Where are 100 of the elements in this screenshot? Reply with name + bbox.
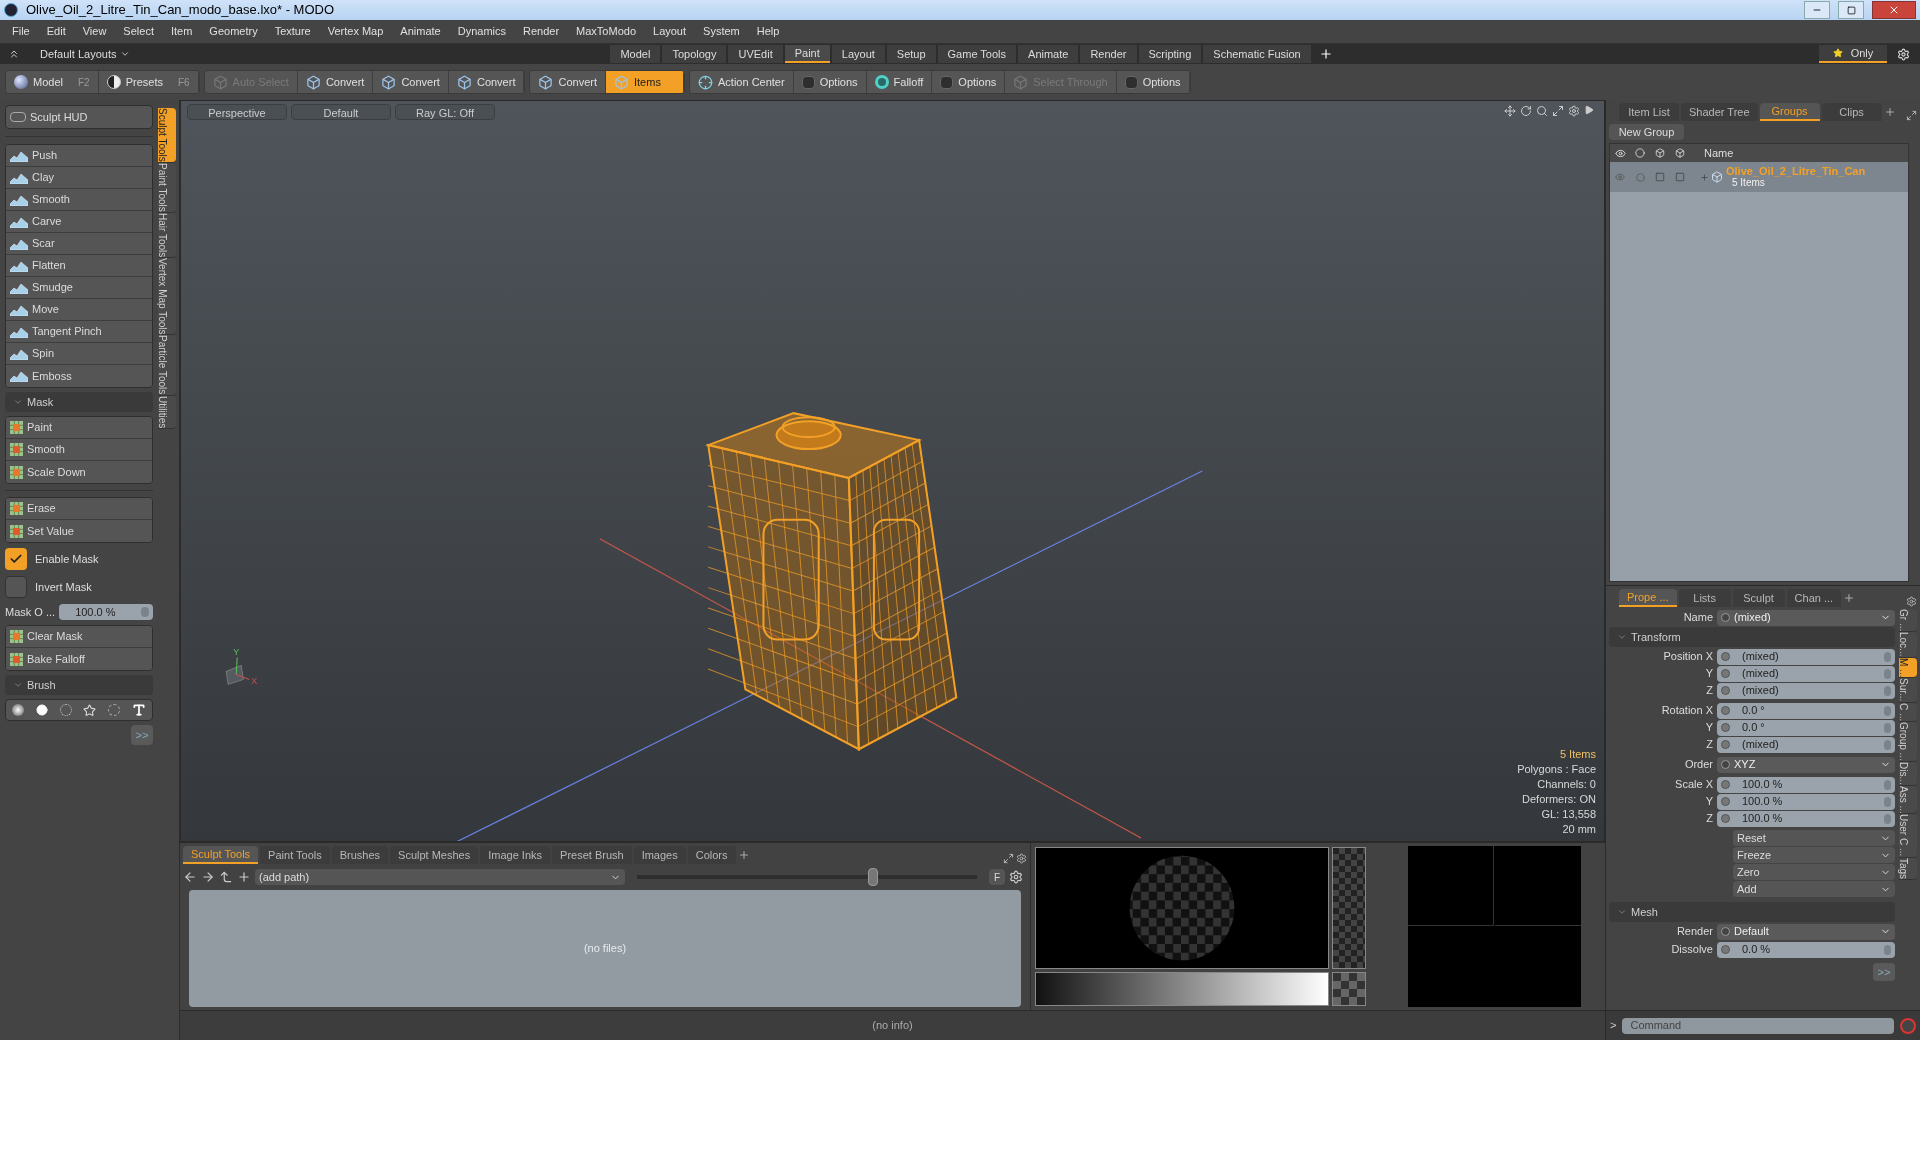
layout-tab[interactable]: Schematic Fusion: [1203, 45, 1311, 63]
layout-tab[interactable]: Model: [610, 45, 661, 63]
maximize-icon[interactable]: [1906, 110, 1917, 121]
side-tab[interactable]: Dis...: [1899, 761, 1917, 786]
expand-icon[interactable]: [1700, 172, 1709, 182]
panel-tab[interactable]: Lists: [1678, 589, 1731, 607]
toolbar-button[interactable]: Convert: [297, 71, 374, 93]
layout-tab[interactable]: Scripting: [1138, 45, 1202, 63]
new-group-button[interactable]: New Group: [1609, 124, 1684, 140]
layout-tab[interactable]: Topology: [662, 45, 727, 63]
tool-button[interactable]: Tangent Pinch: [6, 321, 152, 343]
section-header[interactable]: Mask: [5, 392, 153, 412]
viewport-option[interactable]: Ray GL: Off: [395, 104, 495, 120]
tool-button[interactable]: Spin: [6, 343, 152, 365]
layout-tab[interactable]: Animate: [1018, 45, 1079, 63]
slider-thumb[interactable]: [868, 868, 878, 886]
star-icon[interactable]: [83, 703, 97, 717]
toolbar-button[interactable]: Falloff: [866, 71, 933, 93]
soft-brush-icon[interactable]: [11, 704, 24, 716]
property-field[interactable]: (mixed): [1717, 665, 1895, 682]
property-field[interactable]: 0.0 °: [1717, 702, 1895, 719]
property-field[interactable]: (mixed): [1717, 682, 1895, 699]
tool-button[interactable]: Scar: [6, 233, 152, 255]
property-dropdown[interactable]: Default: [1717, 923, 1895, 940]
tool-button[interactable]: Set Value: [6, 520, 152, 542]
menu-item[interactable]: Geometry: [209, 23, 258, 40]
property-field[interactable]: (mixed): [1717, 736, 1895, 753]
text-icon[interactable]: [132, 703, 147, 717]
toolbar-button[interactable]: Action Center: [690, 71, 794, 93]
viewport-option[interactable]: Perspective: [187, 104, 287, 120]
side-tab[interactable]: Ass ...: [1899, 785, 1917, 815]
property-field[interactable]: 100.0 %: [1717, 810, 1895, 827]
settings-icon[interactable]: [1906, 596, 1917, 607]
play-icon[interactable]: [1584, 105, 1594, 115]
sculpt-hud-button[interactable]: Sculpt HUD: [5, 105, 153, 129]
layout-tab[interactable]: Game Tools: [937, 45, 1017, 63]
property-dropdown[interactable]: (mixed): [1717, 609, 1895, 626]
panel-tab[interactable]: Shader Tree: [1681, 103, 1758, 121]
action-dropdown[interactable]: Add: [1733, 881, 1895, 897]
add-tab-icon[interactable]: [1843, 592, 1856, 604]
toolbar-button[interactable]: Presets F6: [98, 71, 199, 93]
tool-button[interactable]: Push: [6, 145, 152, 167]
menu-item[interactable]: Layout: [653, 23, 687, 40]
menu-item[interactable]: Item: [170, 23, 193, 40]
menu-item[interactable]: Animate: [400, 23, 441, 40]
tool-button[interactable]: Move: [6, 299, 152, 321]
tool-button[interactable]: Paint: [6, 417, 152, 439]
add-layout-icon[interactable]: [1318, 47, 1333, 61]
toolbar-button[interactable]: Options: [1116, 71, 1190, 93]
menu-item[interactable]: Texture: [274, 23, 311, 40]
menu-item[interactable]: Help: [756, 23, 780, 40]
layout-tab[interactable]: Render: [1080, 45, 1137, 63]
panel-tab[interactable]: Prope ...: [1619, 589, 1677, 607]
tool-button[interactable]: Bake Falloff: [6, 648, 152, 670]
menu-item[interactable]: Vertex Map: [327, 23, 384, 40]
checkbox-icon[interactable]: [1675, 172, 1685, 182]
action-dropdown[interactable]: Zero: [1733, 864, 1895, 880]
settings-icon[interactable]: [1568, 105, 1580, 117]
layout-tab[interactable]: Layout: [831, 45, 885, 63]
search-icon[interactable]: [1536, 105, 1548, 117]
opacity-field[interactable]: 100.0 %: [59, 604, 153, 620]
toolbar-button[interactable]: Items: [606, 71, 684, 93]
tool-button[interactable]: Smooth: [6, 439, 152, 461]
settings-icon[interactable]: [1897, 47, 1910, 61]
action-dropdown[interactable]: Freeze: [1733, 847, 1895, 863]
tool-button[interactable]: Emboss: [6, 365, 152, 387]
side-tab[interactable]: Paint Tools: [158, 162, 176, 213]
panel-tab[interactable]: Images: [633, 846, 686, 864]
panel-tab[interactable]: Sculpt Tools: [183, 846, 259, 864]
layout-tab[interactable]: Paint: [784, 45, 830, 63]
move-icon[interactable]: [1504, 105, 1516, 117]
toolbar-button[interactable]: Convert: [530, 71, 606, 93]
property-dropdown[interactable]: XYZ: [1717, 756, 1895, 773]
side-tab[interactable]: Particle Tools: [158, 335, 176, 396]
panel-tab[interactable]: Preset Brush: [552, 846, 632, 864]
side-tab[interactable]: C ...: [1899, 702, 1917, 722]
panel-tab[interactable]: Sculpt Meshes: [390, 846, 479, 864]
toolbar-button[interactable]: Convert: [448, 71, 525, 93]
maximize-button[interactable]: [1838, 1, 1864, 19]
maximize-icon[interactable]: [1003, 853, 1014, 864]
panel-tab[interactable]: Groups: [1759, 103, 1820, 121]
side-tab[interactable]: User C ...: [1899, 814, 1917, 858]
menu-item[interactable]: Dynamics: [457, 23, 506, 40]
toolbar-button[interactable]: Convert: [373, 71, 449, 93]
filter-button[interactable]: F: [989, 869, 1005, 885]
toolbar-button[interactable]: Model F2: [6, 71, 99, 93]
side-tab[interactable]: Group ...: [1899, 721, 1917, 762]
eye-icon[interactable]: [1614, 147, 1626, 159]
cube-icon[interactable]: [1655, 148, 1665, 158]
layout-tab[interactable]: UVEdit: [728, 45, 783, 63]
menu-item[interactable]: Select: [123, 23, 154, 40]
panel-tab[interactable]: Brushes: [331, 846, 389, 864]
circle-icon[interactable]: [35, 704, 48, 716]
action-dropdown[interactable]: Reset: [1733, 830, 1895, 846]
column-header[interactable]: Name: [1690, 144, 1734, 162]
panel-tab[interactable]: Colors: [687, 846, 736, 864]
collapse-icon[interactable]: [8, 48, 20, 60]
checkbox[interactable]: [5, 576, 27, 598]
panel-tab[interactable]: Sculpt: [1732, 589, 1785, 607]
menu-item[interactable]: System: [703, 23, 740, 40]
